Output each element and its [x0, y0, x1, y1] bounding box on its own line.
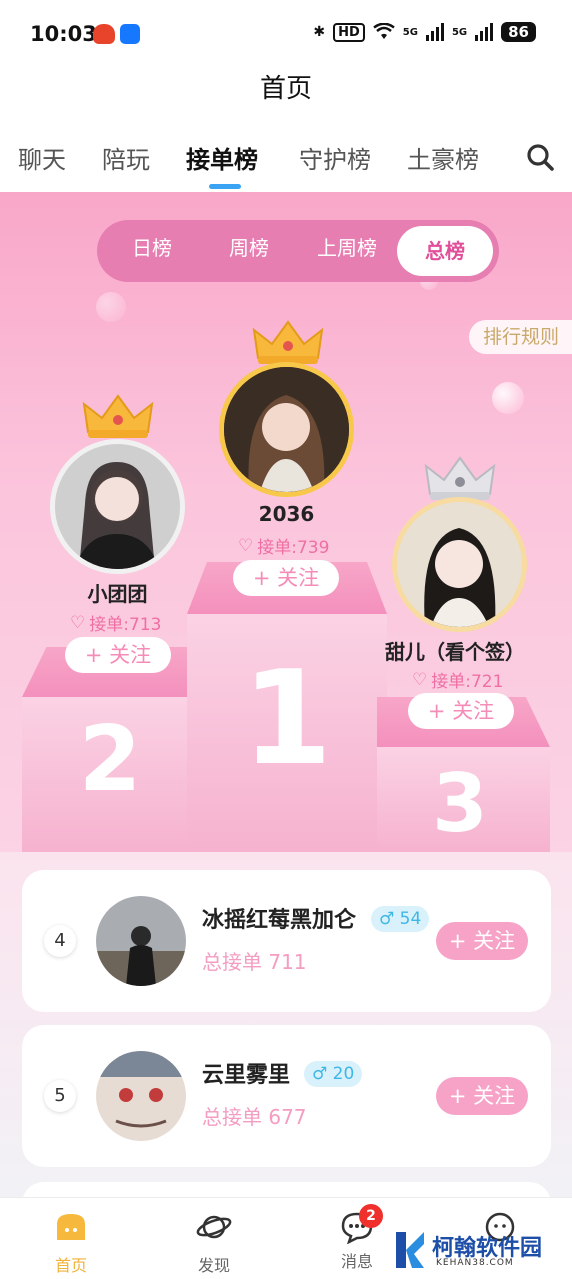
list-item[interactable]: 4 冰摇红莓黑加仑 ♂ 54 总接单 711 + 关注	[22, 870, 551, 1012]
podium-3-number: 3	[432, 757, 488, 850]
period-total[interactable]: 总榜	[397, 226, 493, 276]
podium-2-avatar[interactable]	[50, 439, 185, 574]
podium-3-orders: ♡ 接单:721	[412, 667, 504, 693]
nav-discover[interactable]: 发现	[174, 1206, 254, 1276]
avatar[interactable]	[96, 1051, 186, 1141]
podium-1-number: 1	[241, 642, 333, 794]
message-bubble-icon: 2	[339, 1204, 383, 1245]
list-rank: 4	[44, 925, 76, 957]
battery-icon: 86	[501, 22, 536, 42]
nav-messages-label: 消息	[340, 1252, 373, 1271]
signal-icon-2	[475, 23, 494, 41]
signal-label-1: 5G	[402, 26, 418, 38]
app-notification-icon	[93, 24, 115, 44]
avatar[interactable]	[96, 896, 186, 986]
follow-button[interactable]: + 关注	[436, 922, 528, 960]
status-time: 10:03	[30, 22, 97, 46]
status-bar: 10:03 ✱ HD 5G 5G 86	[0, 0, 572, 68]
podium-2-follow-button[interactable]: + 关注	[65, 637, 171, 673]
podium-3-orders-value: 接单:721	[431, 672, 504, 692]
tab-guardian-ranking[interactable]: 守护榜	[299, 140, 371, 175]
silver-crown-icon	[424, 456, 496, 500]
decorative-bubble	[96, 292, 126, 322]
watermark-subtext: KEHAN38.COM	[436, 1258, 514, 1268]
active-tab-indicator	[209, 184, 241, 189]
gold-crown-icon	[252, 320, 324, 364]
top-tabs: 聊天 陪玩 接单榜 守护榜 土豪榜	[0, 130, 572, 192]
signal-label-2: 5G	[451, 26, 468, 38]
heart-icon: ♡	[70, 612, 86, 633]
podium-2-orders-value: 接单:713	[89, 615, 162, 635]
podium-3-follow-button[interactable]: + 关注	[408, 693, 514, 729]
list-name: 云里雾里	[202, 1063, 291, 1088]
list-rank: 5	[44, 1080, 76, 1112]
status-indicators: ✱ HD 5G 5G 86	[313, 22, 536, 42]
wifi-icon	[373, 23, 395, 39]
list-name: 冰摇红莓黑加仑	[202, 908, 357, 933]
tab-rich-ranking[interactable]: 土豪榜	[407, 140, 479, 175]
list-item[interactable]: 5 云里雾里 ♂ 20 总接单 677 + 关注	[22, 1025, 551, 1167]
ranking-rules-button[interactable]: 排行规则	[469, 320, 572, 354]
nav-discover-label: 发现	[197, 1256, 230, 1275]
search-icon[interactable]	[526, 143, 554, 171]
gender-age-badge: ♂ 20	[304, 1061, 363, 1087]
tab-chat[interactable]: 聊天	[18, 140, 66, 175]
tab-order-ranking[interactable]: 接单榜	[186, 140, 258, 175]
podium-1-orders-value: 接单:739	[257, 538, 330, 558]
nav-home[interactable]: 首页	[31, 1206, 111, 1276]
follow-button[interactable]: + 关注	[436, 1077, 528, 1115]
ranking-hero: 日榜 周榜 上周榜 总榜 排行规则 2 1 3 小团团 ♡ 接单:713 + 关注…	[0, 192, 572, 852]
period-weekly[interactable]: 周榜	[199, 232, 299, 261]
period-daily[interactable]: 日榜	[102, 232, 202, 261]
podium-1-avatar[interactable]	[219, 362, 354, 497]
podium-3-name: 甜儿（看个签）	[385, 640, 525, 664]
home-icon	[57, 1214, 85, 1240]
podium-2-name: 小团团	[87, 582, 148, 606]
decorative-bubble	[492, 382, 524, 414]
gold-crown-icon	[82, 394, 154, 438]
list-orders: 总接单 711	[202, 950, 307, 974]
nav-messages[interactable]: 2 消息	[317, 1204, 397, 1272]
podium-1-follow-button[interactable]: + 关注	[233, 560, 339, 596]
app-notification-icon-2	[120, 24, 140, 44]
signal-icon-1	[425, 23, 444, 41]
podium-2-orders: ♡ 接单:713	[70, 610, 162, 636]
ranking-list: 4 冰摇红莓黑加仑 ♂ 54 总接单 711 + 关注 5 云里雾里 ♂ 20 …	[0, 852, 572, 1197]
podium-1-orders: ♡ 接单:739	[238, 533, 330, 559]
bluetooth-icon: ✱	[313, 24, 326, 40]
podium-1-name: 2036	[258, 502, 315, 526]
podium-2-number: 2	[78, 707, 142, 812]
gender-age-badge: ♂ 54	[371, 906, 430, 932]
unread-badge: 2	[359, 1204, 383, 1228]
hd-icon: HD	[333, 22, 365, 42]
tab-companion[interactable]: 陪玩	[102, 140, 150, 175]
nav-home-label: 首页	[54, 1256, 87, 1275]
discover-planet-icon	[196, 1215, 232, 1239]
page-title: 首页	[259, 74, 312, 104]
watermark-logo-icon	[396, 1232, 424, 1268]
period-selector: 日榜 周榜 上周榜 总榜	[97, 220, 499, 282]
heart-icon: ♡	[412, 669, 428, 690]
heart-icon: ♡	[238, 535, 254, 556]
watermark: 柯翰软件园 KEHAN38.COM	[392, 1226, 562, 1276]
podium-3-avatar[interactable]	[392, 497, 527, 632]
period-last-week[interactable]: 上周榜	[297, 232, 397, 261]
list-orders: 总接单 677	[202, 1105, 307, 1129]
